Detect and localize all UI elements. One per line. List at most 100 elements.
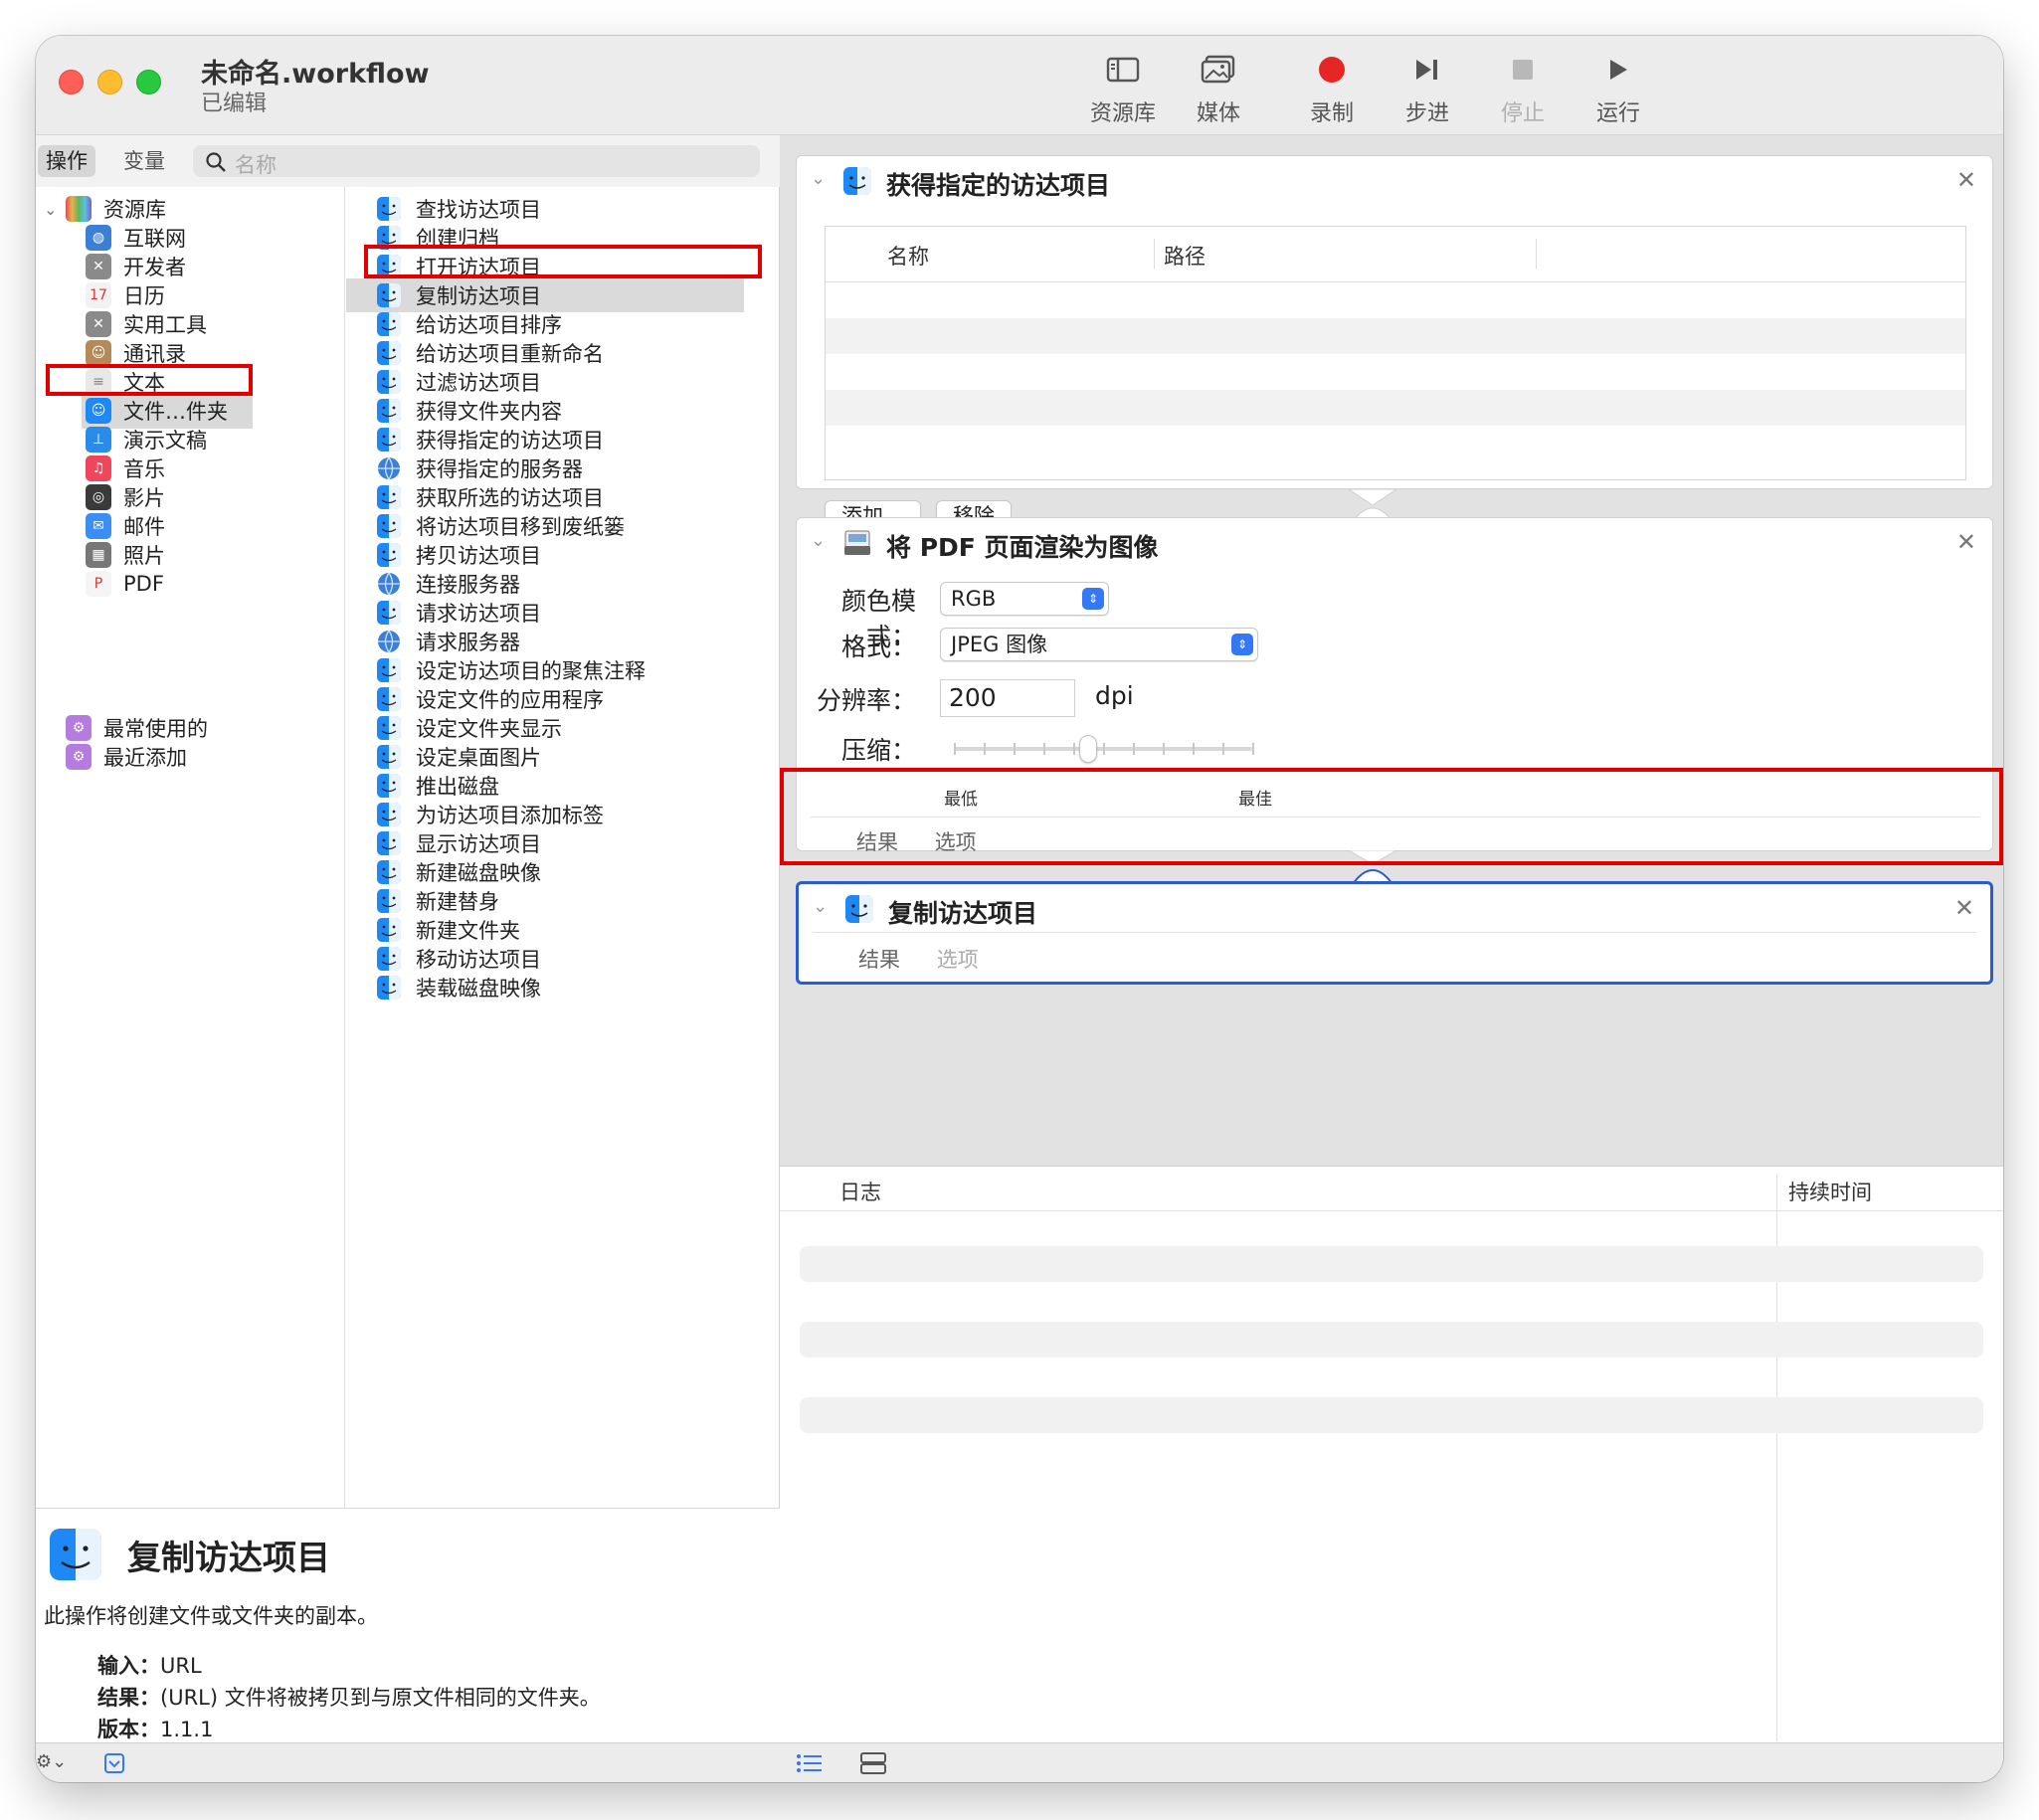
zoom-window-button[interactable] <box>136 70 161 94</box>
run-toolbar-label: 运行 <box>1595 101 1640 126</box>
finder-icon <box>377 514 401 538</box>
popup-stepper-icon: ⇕ <box>1082 588 1104 610</box>
action-item-label: 给访达项目重新命名 <box>416 342 604 366</box>
format-popup[interactable]: JPEG 图像 ⇕ <box>940 628 1258 661</box>
finder-icon <box>377 831 401 855</box>
tab-actions[interactable]: 操作 <box>38 145 95 177</box>
version-value: 1.1.1 <box>160 1718 214 1741</box>
pdf-icon: P <box>86 571 111 597</box>
card-title: 获得指定的访达项目 <box>886 171 1111 200</box>
contacts-icon: ☺ <box>86 340 111 366</box>
finder-icon: ☺ <box>86 398 111 424</box>
table-row <box>826 282 1965 318</box>
action-card-get-finder-items[interactable]: ⌄ 获得指定的访达项目 ✕ 名称 路径 添加… 移除 <box>796 155 1993 590</box>
resolution-input[interactable]: 200 <box>940 679 1075 717</box>
close-icon[interactable]: ✕ <box>1956 528 1976 556</box>
slider-knob[interactable] <box>1079 735 1097 763</box>
results-tab[interactable]: 结果 <box>858 948 900 972</box>
network-globe-icon <box>378 572 400 597</box>
finder-icon <box>50 1529 101 1580</box>
card-footer: 结果 选项 <box>858 944 1009 974</box>
finder-icon <box>377 687 401 711</box>
record-toolbar-button[interactable]: 录制 <box>1287 50 1377 127</box>
action-item-label: 查找访达项目 <box>416 198 541 222</box>
chevron-down-icon[interactable]: ⌄ <box>813 896 828 917</box>
action-item-label: 设定桌面图片 <box>416 746 541 770</box>
input-value: URL <box>160 1654 202 1678</box>
finder-icon <box>377 601 401 625</box>
close-icon[interactable]: ✕ <box>1956 166 1976 194</box>
step-toolbar-button[interactable]: 步进 <box>1383 50 1472 127</box>
finder-items-table[interactable]: 名称 路径 <box>825 226 1966 480</box>
mail-icon: ✉ <box>86 513 111 539</box>
action-description: 复制访达项目 此操作将创建文件或文件夹的副本。 输入：URL 结果：(URL) … <box>36 1508 780 1742</box>
log-panel: 日志 持续时间 <box>780 1166 2003 1742</box>
search-field[interactable]: 名称 <box>193 145 760 177</box>
library-bottom-bar: ⚙⌄ <box>36 1742 780 1782</box>
log-row <box>800 1397 1983 1433</box>
run-toolbar-button[interactable]: 运行 <box>1574 50 1663 127</box>
result-label: 结果： <box>97 1686 160 1710</box>
description-toggle-icon[interactable] <box>103 1752 125 1774</box>
action-item-label: 给访达项目排序 <box>416 313 562 337</box>
action-item[interactable]: 装载磁盘映像 <box>346 971 744 1004</box>
smart-folder-icon: ⚙ <box>66 744 92 770</box>
action-card-duplicate-finder-items[interactable]: ⌄ 复制访达项目 ✕ 结果 选项 <box>796 881 1993 985</box>
column-name[interactable]: 名称 <box>887 241 929 271</box>
resolution-unit: dpi <box>1095 681 1134 710</box>
options-tab[interactable]: 选项 <box>937 948 979 972</box>
media-toolbar-button[interactable]: 媒体 <box>1174 50 1263 127</box>
chevron-down-icon[interactable]: ⌄ <box>811 168 826 189</box>
workflow-canvas[interactable]: ⌄ 获得指定的访达项目 ✕ 名称 路径 添加… 移除 ⌄ 将 PDF 页面渲染为… <box>780 135 2003 1166</box>
close-icon[interactable]: ✕ <box>1954 894 1974 922</box>
input-label: 输入： <box>97 1654 160 1678</box>
card-header: ⌄ 复制访达项目 ✕ <box>799 884 1990 934</box>
column-path[interactable]: 路径 <box>1164 241 1205 271</box>
split-view-icon[interactable] <box>859 1751 887 1775</box>
card-title: 复制访达项目 <box>888 899 1038 928</box>
library-item[interactable]: P PDF <box>82 566 253 602</box>
stop-toolbar-button[interactable]: 停止 <box>1478 50 1568 127</box>
action-item-label: 获得文件夹内容 <box>416 400 562 424</box>
finder-icon <box>377 976 401 1000</box>
version-label: 版本： <box>97 1718 160 1741</box>
action-item-label: 新建文件夹 <box>416 919 520 943</box>
stop-icon <box>1478 50 1568 90</box>
library-toolbar-button[interactable]: 资源库 <box>1078 50 1168 127</box>
color-mode-popup[interactable]: RGB ⇕ <box>940 582 1109 616</box>
highlight-workflow-card <box>780 768 2003 865</box>
table-row <box>826 354 1965 390</box>
play-icon <box>1574 50 1663 90</box>
finder-icon <box>377 370 401 394</box>
network-globe-icon <box>378 456 400 481</box>
search-icon <box>206 152 226 172</box>
slider-tick <box>1014 743 1016 755</box>
list-view-icon[interactable] <box>796 1752 824 1774</box>
tab-variables[interactable]: 变量 <box>115 145 173 177</box>
library-item-label: PDF <box>123 572 164 596</box>
duration-column-header[interactable]: 持续时间 <box>1788 1177 1872 1206</box>
action-menu-icon[interactable]: ⚙⌄ <box>36 1751 67 1772</box>
step-forward-icon <box>1383 50 1472 90</box>
log-row <box>800 1322 1983 1358</box>
finder-icon <box>377 658 401 682</box>
finder-icon <box>377 889 401 913</box>
media-toolbar-label: 媒体 <box>1196 101 1240 126</box>
close-window-button[interactable] <box>59 70 84 94</box>
card-header: ⌄ 获得指定的访达项目 ✕ <box>797 156 1992 206</box>
chevron-down-icon: ⌄ <box>44 199 58 219</box>
smart-folder-icon: ⚙ <box>66 715 92 741</box>
slider-tick <box>1043 743 1045 755</box>
stop-toolbar-label: 停止 <box>1500 101 1545 126</box>
workflow-bottom-bar <box>780 1742 2003 1782</box>
chevron-down-icon[interactable]: ⌄ <box>811 530 826 551</box>
minimize-window-button[interactable] <box>97 70 122 94</box>
movie-icon: ◎ <box>86 484 111 510</box>
compression-slider[interactable] <box>954 735 1254 765</box>
finder-icon <box>845 895 873 923</box>
smart-folder-recently-added[interactable]: ⚙ 最近添加 <box>66 739 187 775</box>
action-item-label: 过滤访达项目 <box>416 371 541 395</box>
library-header: 操作 变量 名称 <box>36 135 780 187</box>
log-column-header[interactable]: 日志 <box>839 1177 881 1206</box>
network-globe-icon <box>378 630 400 654</box>
